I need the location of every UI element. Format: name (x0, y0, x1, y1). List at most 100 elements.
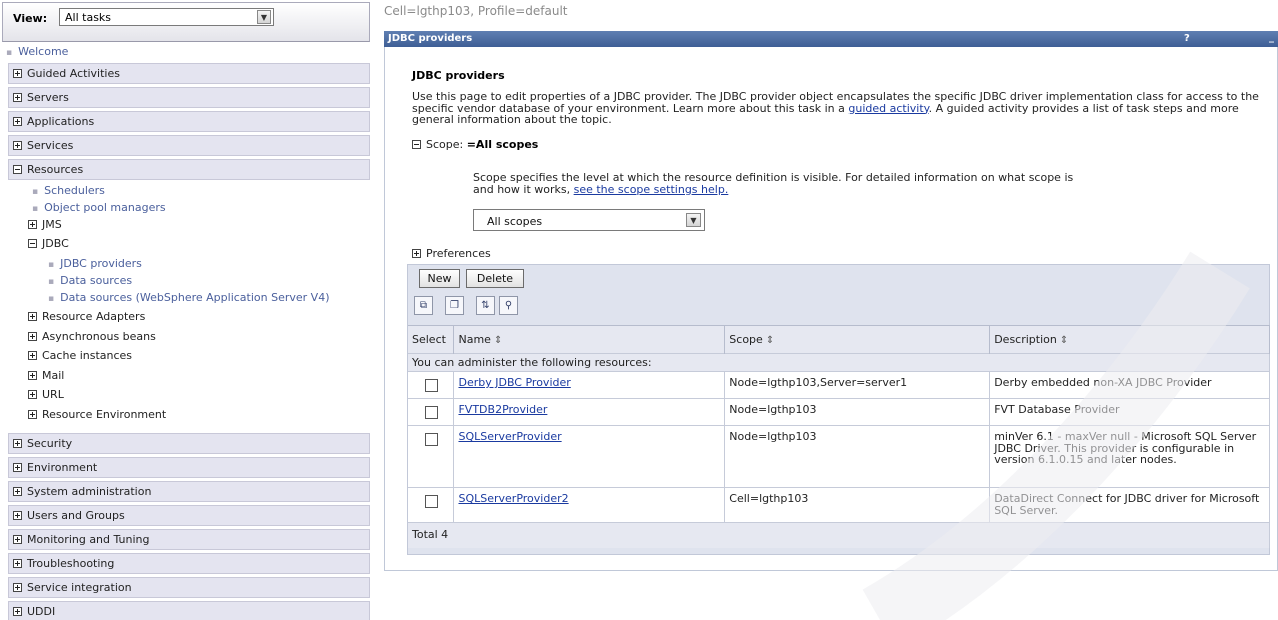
nav-item-resource-adapters[interactable]: Resource Adapters (28, 310, 145, 323)
help-icon[interactable]: ? (1184, 33, 1190, 44)
sort-icon[interactable]: ⇕ (1060, 335, 1068, 346)
expand-icon[interactable] (13, 559, 22, 568)
expand-icon[interactable] (28, 332, 37, 341)
row-checkbox[interactable] (425, 495, 438, 508)
bullet-icon: ▪ (32, 187, 39, 197)
expand-icon[interactable] (28, 371, 37, 380)
minimize-icon[interactable]: _ (1269, 32, 1274, 43)
expand-icon[interactable] (13, 69, 22, 78)
nav-welcome[interactable]: ▪ Welcome (6, 45, 68, 58)
expand-icon[interactable] (28, 312, 37, 321)
cell-scope: Cell=lgthp103 (724, 487, 991, 523)
provider-link[interactable]: Derby JDBC Provider (458, 376, 570, 389)
row-checkbox[interactable] (425, 406, 438, 419)
page-description: Use this page to edit properties of a JD… (412, 90, 1259, 126)
expand-icon[interactable] (28, 220, 37, 229)
sort-icon[interactable]: ⇕ (766, 335, 774, 346)
nav-section-environment[interactable]: Environment (8, 457, 370, 478)
nav-item-resource-environment[interactable]: Resource Environment (28, 408, 166, 421)
row-checkbox[interactable] (425, 379, 438, 392)
scope-header[interactable]: Scope: =All scopes (412, 138, 538, 151)
column-select: Select (408, 325, 455, 354)
nav-section-security[interactable]: Security (8, 433, 370, 454)
preferences-toggle[interactable]: Preferences (412, 247, 491, 260)
expand-filter-icon[interactable]: ⇅ (476, 296, 495, 315)
delete-button[interactable]: Delete (466, 269, 524, 288)
nav-item-data-sources[interactable]: ▪ Data sources (48, 274, 132, 287)
clear-filter-icon[interactable]: ⚲ (499, 296, 518, 315)
nav-item-mail[interactable]: Mail (28, 369, 64, 382)
view-selector-bar: View: All tasks ▼ (2, 2, 370, 42)
new-button[interactable]: New (419, 269, 460, 288)
table-row: Derby JDBC Provider Node=lgthp103,Server… (408, 371, 1270, 399)
panel-titlebar: JDBC providers ? _ (384, 31, 1278, 47)
chevron-down-icon[interactable]: ▼ (257, 10, 271, 24)
expand-icon[interactable] (13, 583, 22, 592)
expand-icon[interactable] (412, 249, 421, 258)
page-title: JDBC providers (412, 69, 505, 82)
nav-section-applications[interactable]: Applications (8, 111, 370, 132)
collapse-icon[interactable] (13, 165, 22, 174)
select-all-icon[interactable]: ⧉ (414, 296, 433, 315)
column-name[interactable]: Name ⇕ (453, 325, 726, 354)
nav-section-service-integration[interactable]: Service integration (8, 577, 370, 598)
table-row: SQLServerProvider Node=lgthp103 minVer 6… (408, 425, 1270, 488)
view-select-value: All tasks (65, 11, 112, 24)
view-label: View: (13, 12, 48, 25)
collapse-icon[interactable] (412, 140, 421, 149)
nav-item-data-sources-v4[interactable]: ▪ Data sources (WebSphere Application Ser… (48, 291, 330, 304)
nav-item-jms[interactable]: JMS (28, 218, 62, 231)
expand-icon[interactable] (28, 351, 37, 360)
nav-item-jdbc[interactable]: JDBC (28, 237, 69, 250)
scope-settings-help-link[interactable]: see the scope settings help. (574, 183, 729, 196)
nav-section-system-administration[interactable]: System administration (8, 481, 370, 502)
provider-link[interactable]: SQLServerProvider2 (458, 492, 568, 505)
expand-icon[interactable] (13, 463, 22, 472)
total-count: Total 4 (408, 522, 1270, 548)
view-select[interactable]: All tasks ▼ (59, 8, 274, 26)
nav-section-monitoring-and-tuning[interactable]: Monitoring and Tuning (8, 529, 370, 550)
nav-section-servers[interactable]: Servers (8, 87, 370, 108)
collapse-icon[interactable] (28, 239, 37, 248)
nav-item-object-pool-managers[interactable]: ▪ Object pool managers (32, 201, 166, 214)
guided-activity-link[interactable]: guided activity (848, 102, 928, 115)
cell-scope: Node=lgthp103 (724, 425, 991, 488)
nav-section-troubleshooting[interactable]: Troubleshooting (8, 553, 370, 574)
expand-icon[interactable] (28, 410, 37, 419)
nav-item-asynchronous-beans[interactable]: Asynchronous beans (28, 330, 156, 343)
expand-icon[interactable] (13, 439, 22, 448)
scope-select[interactable]: All scopes ▼ (473, 209, 705, 231)
bullet-icon: ▪ (6, 48, 13, 58)
bullet-icon: ▪ (32, 204, 39, 214)
cell-description: Derby embedded non-XA JDBC Provider (989, 371, 1270, 399)
expand-icon[interactable] (13, 117, 22, 126)
chevron-down-icon[interactable]: ▼ (686, 213, 701, 227)
column-description[interactable]: Description ⇕ (989, 325, 1270, 354)
nav-item-jdbc-providers[interactable]: ▪ JDBC providers (48, 257, 142, 270)
expand-icon[interactable] (13, 607, 22, 616)
nav-item-schedulers[interactable]: ▪ Schedulers (32, 184, 105, 197)
nav-item-cache-instances[interactable]: Cache instances (28, 349, 132, 362)
expand-icon[interactable] (13, 141, 22, 150)
provider-link[interactable]: FVTDB2Provider (458, 403, 547, 416)
expand-icon[interactable] (13, 511, 22, 520)
sort-icon[interactable]: ⇕ (494, 335, 502, 346)
nav-section-uddi[interactable]: UDDI (8, 601, 370, 620)
nav-section-resources[interactable]: Resources (8, 159, 370, 180)
row-checkbox[interactable] (425, 433, 438, 446)
nav-section-services[interactable]: Services (8, 135, 370, 156)
nav-section-users-and-groups[interactable]: Users and Groups (8, 505, 370, 526)
deselect-all-icon[interactable]: ❐ (445, 296, 464, 315)
scope-value: =All scopes (466, 138, 539, 151)
cell-name: SQLServerProvider2 (453, 487, 726, 523)
panel-title: JDBC providers (388, 33, 473, 44)
expand-icon[interactable] (28, 390, 37, 399)
provider-link[interactable]: SQLServerProvider (458, 430, 561, 443)
cell-name: Derby JDBC Provider (453, 371, 726, 399)
nav-section-guided-activities[interactable]: Guided Activities (8, 63, 370, 84)
column-scope[interactable]: Scope ⇕ (724, 325, 991, 354)
expand-icon[interactable] (13, 487, 22, 496)
expand-icon[interactable] (13, 93, 22, 102)
expand-icon[interactable] (13, 535, 22, 544)
nav-item-url[interactable]: URL (28, 388, 64, 401)
